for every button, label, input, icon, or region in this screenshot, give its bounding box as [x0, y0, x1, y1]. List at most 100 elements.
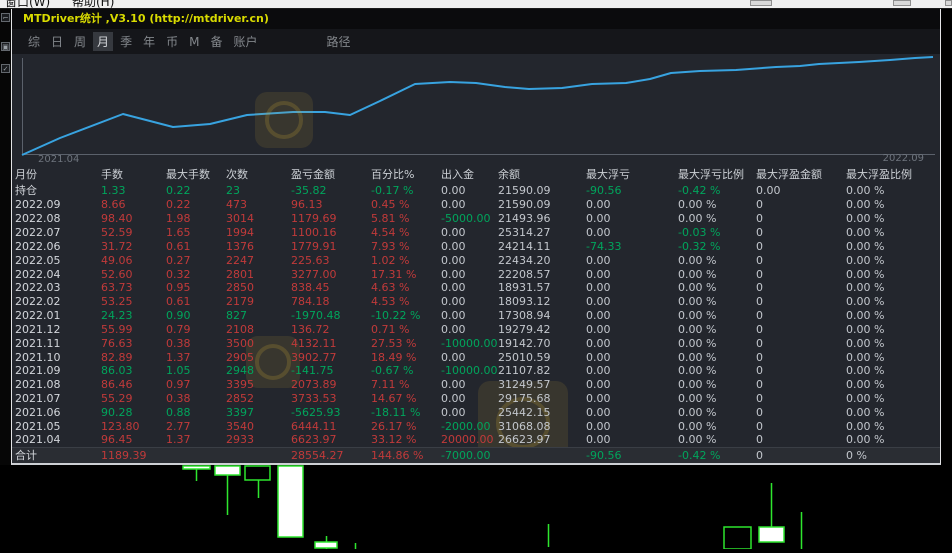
table-row[interactable]: 2021.12 55.99 0.79 2108 136.72 0.71 % 0.00 1927… [15, 322, 940, 336]
table-row[interactable]: 2021.10 82.89 1.37 2905 3902.77 18.49 % 0.00 25… [15, 350, 940, 364]
table-cell: 2021.08 [15, 378, 61, 392]
table-cell: 25442.15 [498, 405, 551, 419]
table-cell: 2247 [226, 253, 254, 267]
table-cell: 76.63 [101, 336, 133, 350]
table-cell: 827 [226, 309, 247, 323]
table-row[interactable]: 2021.08 86.46 0.97 3395 2073.89 7.11 % 0.00 312… [15, 378, 940, 392]
table-cell: 0.00 [586, 419, 611, 433]
toolbar-tab-年[interactable]: 年 [139, 32, 159, 51]
table-row[interactable]: 2022.09 8.66 0.22 473 96.13 0.45 % 0.00 21590.0… [15, 198, 940, 212]
table-row-total[interactable]: 合计 1189.39 28554.27 144.86 % -7000.00 -90.56 -… [12, 446, 940, 463]
candle-body [723, 526, 752, 550]
table-cell: 0.00 [441, 267, 466, 281]
table-cell: 0.00 [441, 350, 466, 364]
table-cell: 20000.00 [441, 433, 494, 447]
table-cell: 27.53 % [371, 336, 417, 350]
table-cell: 0.71 % [371, 322, 410, 336]
table-cell: 4.63 % [371, 281, 410, 295]
table-cell: 1.65 [166, 226, 191, 240]
table-cell: 2021.04 [15, 433, 61, 447]
table-row[interactable]: 2021.05 123.80 2.77 3540 6444.11 26.17 % -2000… [15, 419, 940, 433]
table-row[interactable]: 2022.05 49.06 0.27 2247 225.63 1.02 % 0.00 2243… [15, 253, 940, 267]
table-row[interactable]: 2021.11 76.63 0.38 3500 4132.11 27.53 % -10000… [15, 336, 940, 350]
table-cell: 26.17 % [371, 419, 417, 433]
table-row[interactable]: 2022.01 24.23 0.90 827 -1970.48 -10.22 % 0.00 1… [15, 309, 940, 323]
toolbar-tab-M[interactable]: M [185, 34, 203, 50]
toolbar-tab-币[interactable]: 币 [162, 32, 182, 51]
table-row[interactable]: 2022.04 52.60 0.32 2801 3277.00 17.31 % 0.00 22… [15, 267, 940, 281]
window-control-fragment[interactable] [945, 0, 952, 6]
table-cell: 0.00 % [846, 378, 885, 392]
table-cell: 0.00 [441, 309, 466, 323]
candle-body [214, 465, 241, 476]
table-cell: 25010.59 [498, 350, 551, 364]
table-row[interactable]: 2022.06 31.72 0.61 1376 1779.91 7.93 % 0.00 242… [15, 239, 940, 253]
table-cell: 0.00 % [846, 267, 885, 281]
table-cell: 90.28 [101, 405, 133, 419]
table-cell: -0.17 % [371, 183, 414, 197]
table-cell: 29175.68 [498, 392, 551, 405]
table-cell: 0.95 [166, 281, 191, 295]
toolbar-tab-日[interactable]: 日 [47, 32, 67, 51]
table-cell: 0.00 [586, 253, 611, 267]
table-cell: 3014 [226, 212, 254, 226]
table-cell: -10000.00 [441, 364, 498, 378]
table-cell: 22434.20 [498, 253, 551, 267]
table-cell: 21590.09 [498, 183, 551, 197]
table-cell: 0.00 % [846, 309, 885, 323]
toolbar-tab-季[interactable]: 季 [116, 32, 136, 51]
table-cell: 0.97 [166, 378, 191, 392]
dock-panel-icon[interactable]: ⌐ [1, 13, 10, 22]
mtdriver-stats-window: MTDriver统计 ,V3.10 (http://mtdriver.cn) 综… [11, 8, 941, 465]
table-cell: 49.06 [101, 253, 133, 267]
table-cell: 0.00 % [678, 364, 717, 378]
table-cell: 0.00 [586, 405, 611, 419]
table-cell: 1.37 [166, 433, 191, 447]
table-cell: 33.12 % [371, 433, 417, 447]
table-row[interactable]: 2022.08 98.40 1.98 3014 1179.69 5.81 % -5000.0… [15, 212, 940, 226]
table-cell: 0.00 [586, 212, 611, 226]
table-cell: 0.00 [441, 392, 466, 405]
table-cell: 0.00 % [846, 405, 885, 419]
toolbar-tab-账户[interactable]: 账户 [229, 32, 261, 51]
toolbar-tab-备[interactable]: 备 [206, 32, 226, 51]
table-row-position[interactable]: 持仓 1.33 0.22 23 -35.82 -0.17 % 0.00 21590.09 -90… [15, 182, 940, 198]
window-control-fragment[interactable] [893, 0, 911, 6]
table-row[interactable]: 2022.03 63.73 0.95 2850 838.45 4.63 % 0.00 1893… [15, 281, 940, 295]
table-cell: 1100.16 [291, 226, 337, 240]
window-control-fragment[interactable] [750, 0, 772, 6]
table-row[interactable]: 2021.04 96.45 1.37 2933 6623.97 33.12 % 20000.… [15, 433, 940, 447]
table-cell: 0 [756, 350, 763, 364]
side-toolbar: ⌐ ▣ ✓ [0, 9, 11, 465]
table-cell: -10000.00 [441, 336, 498, 350]
check-icon[interactable]: ✓ [1, 64, 10, 73]
table-cell: 0.00 [441, 239, 466, 253]
table-cell: 0.00 % [678, 405, 717, 419]
table-cell: 0 [756, 212, 763, 226]
table-cell: -1970.48 [291, 309, 341, 323]
stats-table: 月份 手数 最大手数 次数 盈亏金额 百分比% 出入金 余额 最大浮亏 最大浮亏比例 最大浮盈金额 最… [12, 166, 940, 463]
table-cell: 2022.02 [15, 295, 61, 309]
menu-item[interactable]: 窗口(W) [5, 0, 50, 8]
table-cell: 持仓 [15, 184, 37, 197]
toolbar-tab-月[interactable]: 月 [93, 32, 114, 51]
table-cell: 0.00 % [678, 295, 717, 309]
table-cell: 0.00 [586, 364, 611, 378]
table-row[interactable]: 2022.07 52.59 1.65 1994 1100.16 4.54 % 0.00 253… [15, 226, 940, 240]
toolbar-tab-path[interactable]: 路径 [323, 32, 355, 51]
table-row[interactable]: 2021.06 90.28 0.88 3397 -5625.93 -18.11 % 0.00… [15, 405, 940, 419]
table-row[interactable]: 2021.09 86.03 1.05 2948 -141.75 -0.67 % -10000… [15, 364, 940, 378]
candle-body [182, 465, 211, 470]
table-cell: 0 [756, 309, 763, 323]
chart-image-icon[interactable]: ▣ [1, 42, 10, 51]
toolbar-tab-周[interactable]: 周 [70, 32, 90, 51]
column-header: 最大浮亏比例 [678, 168, 744, 181]
table-cell: 0.00 [586, 378, 611, 392]
table-cell: 96.13 [291, 198, 323, 212]
menu-item[interactable]: 帮助(H) [72, 0, 114, 8]
table-cell: 0.00 % [846, 183, 885, 197]
toolbar-tab-综[interactable]: 综 [24, 32, 44, 51]
table-row[interactable]: 2021.07 55.29 0.38 2852 3733.53 14.67 % 0.00 29… [15, 392, 940, 406]
stats-toolbar: 综日周月季年币 M 备账户 路径 [12, 29, 940, 54]
table-row[interactable]: 2022.02 53.25 0.61 2179 784.18 4.53 % 0.00 1809… [15, 295, 940, 309]
